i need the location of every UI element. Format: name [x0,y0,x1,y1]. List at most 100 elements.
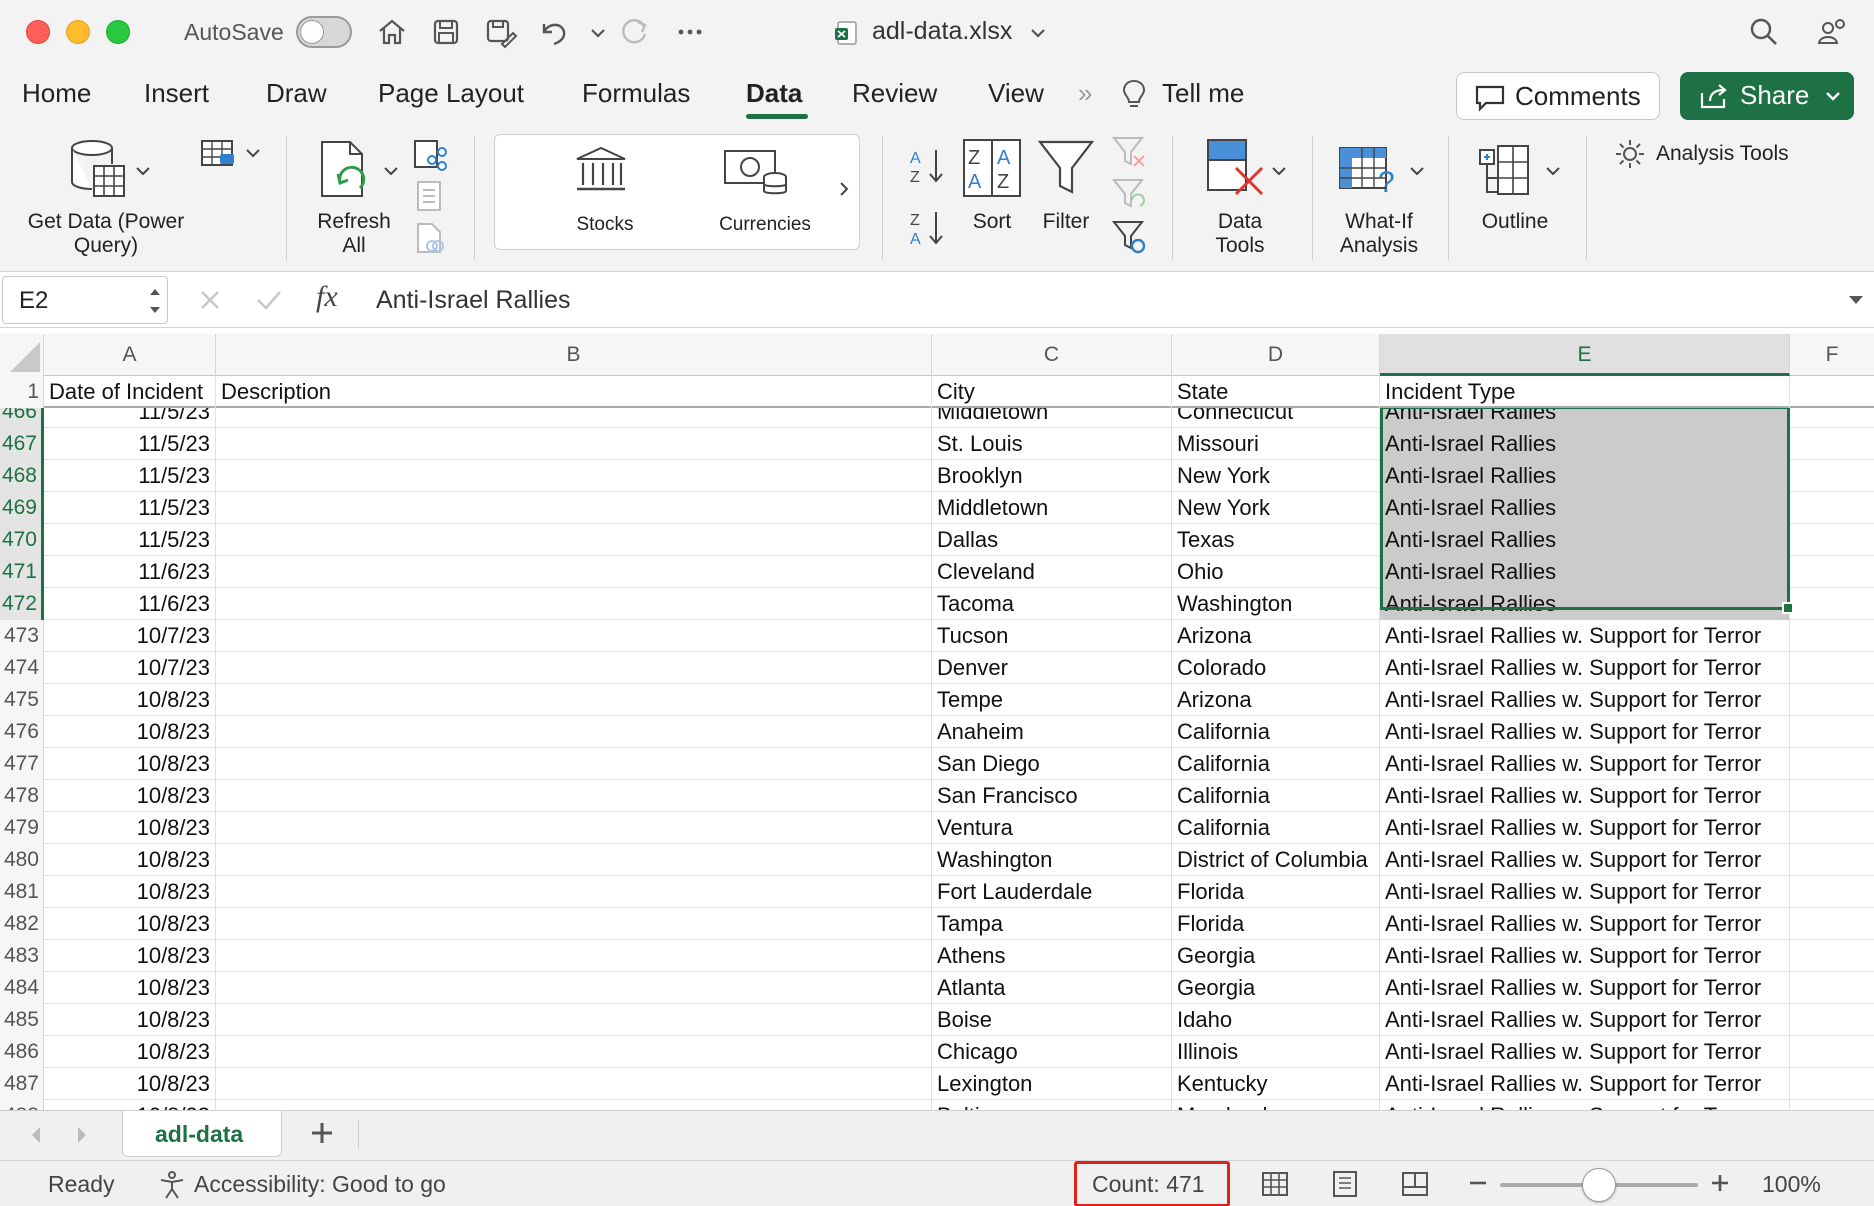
row-header[interactable]: 474 [0,652,44,684]
insert-function-icon[interactable]: fx [316,280,338,314]
next-sheet-arrow-icon[interactable] [72,1123,92,1152]
analysis-tools-label[interactable]: Analysis Tools [1656,142,1789,166]
row-header[interactable]: 484 [0,972,44,1004]
row-header[interactable]: 473 [0,620,44,652]
row-header[interactable]: 469 [0,492,44,524]
cell-date[interactable]: 10/8/23 [44,908,216,940]
cell-f[interactable] [1790,780,1874,812]
cell-city[interactable]: Anaheim [932,716,1172,748]
cell-city[interactable]: Tempe [932,684,1172,716]
cell-incident-type[interactable]: Anti-Israel Rallies w. Support for Terro… [1380,1100,1790,1110]
cell-incident-type[interactable]: Anti-Israel Rallies w. Support for Terro… [1380,1036,1790,1068]
cell-date[interactable]: 10/8/23 [44,812,216,844]
cell-state[interactable]: Arizona [1172,684,1380,716]
cell-state[interactable]: New York [1172,492,1380,524]
what-if-analysis-icon[interactable]: ? [1338,146,1402,205]
column-header-c[interactable]: C [932,334,1172,376]
analysis-tools-gear-icon[interactable] [1614,138,1646,175]
cell-incident-type[interactable]: Anti-Israel Rallies [1380,556,1790,588]
cell-city[interactable]: San Diego [932,748,1172,780]
cell-f[interactable] [1790,748,1874,780]
get-data-chevron-icon[interactable] [134,164,152,185]
cell-f[interactable] [1790,1036,1874,1068]
cell-f[interactable] [1790,908,1874,940]
cell-description[interactable] [216,780,932,812]
cell-city[interactable]: Boise [932,1004,1172,1036]
formula-input[interactable]: Anti-Israel Rallies [376,286,571,315]
home-icon[interactable] [374,14,410,50]
cell-city[interactable]: Tampa [932,908,1172,940]
cell-state[interactable]: California [1172,812,1380,844]
autosave-toggle[interactable] [296,16,352,48]
zoom-window-button[interactable] [106,20,130,44]
header-cell-date[interactable]: Date of Incident [44,376,216,408]
cell-description[interactable] [216,556,932,588]
cell-description[interactable] [216,940,932,972]
cell-incident-type[interactable]: Anti-Israel Rallies w. Support for Terro… [1380,940,1790,972]
cell-incident-type[interactable]: Anti-Israel Rallies w. Support for Terro… [1380,652,1790,684]
data-tools-icon[interactable] [1206,138,1266,203]
cell-description[interactable] [216,524,932,556]
cell-city[interactable]: Fort Lauderdale [932,876,1172,908]
previous-sheet-arrow-icon[interactable] [26,1123,46,1152]
fill-handle[interactable] [1782,602,1794,614]
cell-f[interactable] [1790,812,1874,844]
currencies-icon[interactable] [723,147,789,204]
cell-f[interactable] [1790,940,1874,972]
more-options-icon[interactable] [672,14,708,50]
header-cell-f[interactable] [1790,376,1874,408]
column-header-e[interactable]: E [1380,334,1790,376]
cell-incident-type[interactable]: Anti-Israel Rallies [1380,460,1790,492]
cell-date[interactable]: 10/8/23 [44,876,216,908]
cell-description[interactable] [216,620,932,652]
cell-date[interactable]: 11/5/23 [44,524,216,556]
tab-draw[interactable]: Draw [266,78,327,109]
sort-label[interactable]: Sort [952,210,1032,234]
cell-description[interactable] [216,812,932,844]
reapply-filter-icon[interactable] [1111,178,1146,215]
cell-state[interactable]: Missouri [1172,428,1380,460]
cell-description[interactable] [216,588,932,620]
row-header[interactable]: 1 [0,376,44,408]
cell-date[interactable]: 10/7/23 [44,652,216,684]
cell-f[interactable] [1790,1100,1874,1110]
cell-incident-type[interactable]: Anti-Israel Rallies w. Support for Terro… [1380,908,1790,940]
tab-page-layout[interactable]: Page Layout [378,78,524,109]
cell-f[interactable] [1790,652,1874,684]
name-box[interactable]: E2 [2,276,168,324]
get-data-label[interactable]: Get Data (Power Query) [14,210,198,258]
cell-city[interactable]: Chicago [932,1036,1172,1068]
header-cell-city[interactable]: City [932,376,1172,408]
page-layout-view-icon[interactable] [1330,1169,1360,1204]
add-sheet-plus-icon[interactable] [306,1117,338,1154]
cell-date[interactable]: 11/6/23 [44,588,216,620]
cell-state[interactable]: New York [1172,460,1380,492]
cell-state[interactable]: District of Columbia [1172,844,1380,876]
share-chevron-down-icon[interactable] [1822,82,1844,117]
cell-description[interactable] [216,908,932,940]
cell-f[interactable] [1790,492,1874,524]
name-box-stepper-icon[interactable] [147,281,163,328]
cell-description[interactable] [216,460,932,492]
row-header[interactable]: 483 [0,940,44,972]
cell-date[interactable]: 11/5/23 [44,428,216,460]
save-icon[interactable] [428,14,464,50]
cell-date[interactable]: 10/8/23 [44,748,216,780]
zoom-slider-knob[interactable] [1582,1168,1616,1202]
cell-description[interactable] [216,1004,932,1036]
cell-state[interactable]: Florida [1172,908,1380,940]
row-header[interactable]: 479 [0,812,44,844]
get-data-icon[interactable] [66,138,136,209]
zoom-level[interactable]: 100% [1762,1171,1821,1198]
cell-f[interactable] [1790,844,1874,876]
cell-city[interactable]: Cleveland [932,556,1172,588]
column-header-a[interactable]: A [44,334,216,376]
from-table-icon[interactable] [200,138,240,173]
cell-state[interactable]: Arizona [1172,620,1380,652]
search-icon[interactable] [1746,14,1782,50]
from-table-chevron-icon[interactable] [244,146,262,167]
cell-incident-type[interactable]: Anti-Israel Rallies w. Support for Terro… [1380,748,1790,780]
cell-state[interactable]: Idaho [1172,1004,1380,1036]
cancel-x-icon[interactable] [196,286,224,319]
cell-description[interactable] [216,748,932,780]
